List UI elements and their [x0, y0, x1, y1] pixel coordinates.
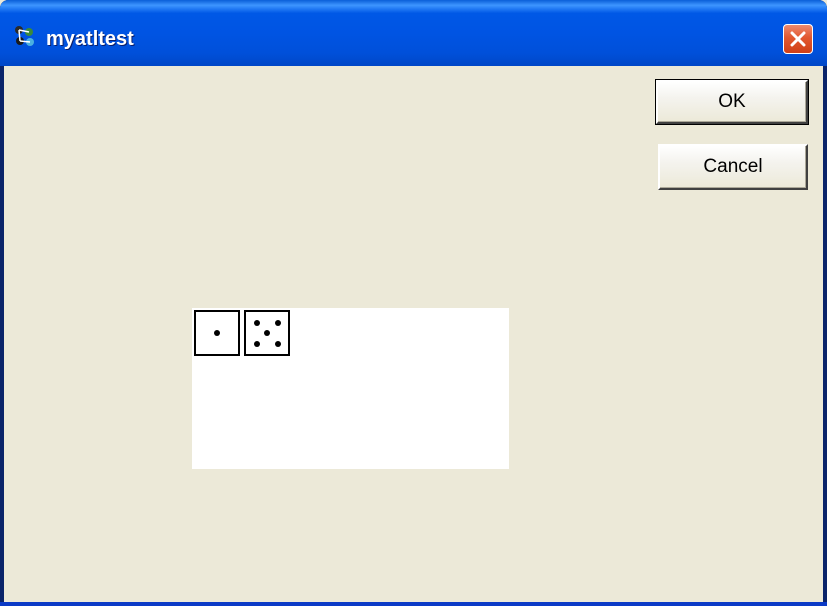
- die-one[interactable]: [194, 310, 240, 356]
- window-bottom-border: [0, 602, 827, 606]
- app-icon: [12, 24, 36, 48]
- die-pip: [214, 330, 220, 336]
- close-button[interactable]: [783, 24, 813, 54]
- cancel-button[interactable]: Cancel: [658, 144, 808, 190]
- die-pip: [274, 340, 281, 347]
- die-two[interactable]: [244, 310, 290, 356]
- die-pip: [253, 319, 260, 326]
- dialog-window: myatltest OK Cancel: [0, 0, 827, 606]
- die-pip: [264, 330, 270, 336]
- ok-button[interactable]: OK: [655, 79, 809, 125]
- window-title: myatltest: [46, 28, 134, 50]
- title-bar[interactable]: myatltest: [0, 0, 827, 66]
- die-pip: [253, 340, 260, 347]
- dice-control[interactable]: [192, 308, 509, 469]
- die-pip: [274, 319, 281, 326]
